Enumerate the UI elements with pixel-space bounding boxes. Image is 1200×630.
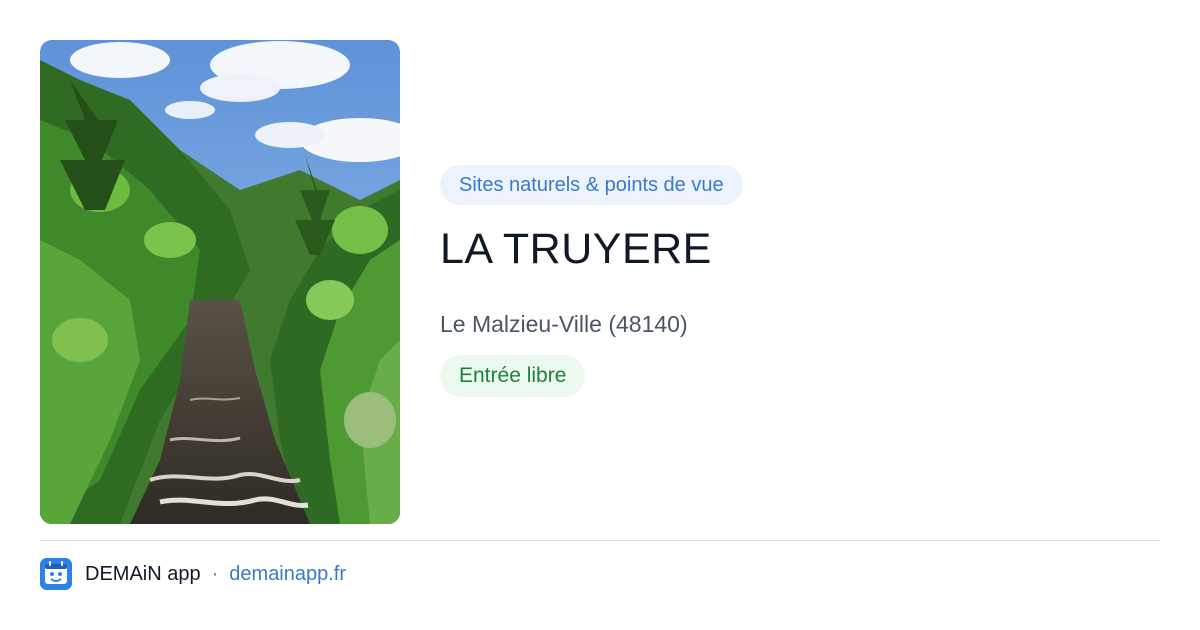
place-title: LA TRUYERE xyxy=(440,225,712,273)
footer: DEMAiN app · demainapp.fr xyxy=(40,558,346,590)
category-tag[interactable]: Sites naturels & points de vue xyxy=(440,165,743,205)
access-badge: Entrée libre xyxy=(440,355,586,397)
share-card: Sites naturels & points de vue LA TRUYER… xyxy=(0,0,1200,630)
river-gorge-photo xyxy=(40,40,400,524)
place-info: Sites naturels & points de vue LA TRUYER… xyxy=(440,165,1160,397)
footer-separator: · xyxy=(211,562,219,585)
site-link[interactable]: demainapp.fr xyxy=(229,563,346,586)
app-name: DEMAiN app xyxy=(85,562,201,585)
footer-divider xyxy=(40,540,1160,541)
demain-app-icon[interactable] xyxy=(40,558,72,590)
place-location: Le Malzieu-Ville (48140) xyxy=(440,311,688,337)
